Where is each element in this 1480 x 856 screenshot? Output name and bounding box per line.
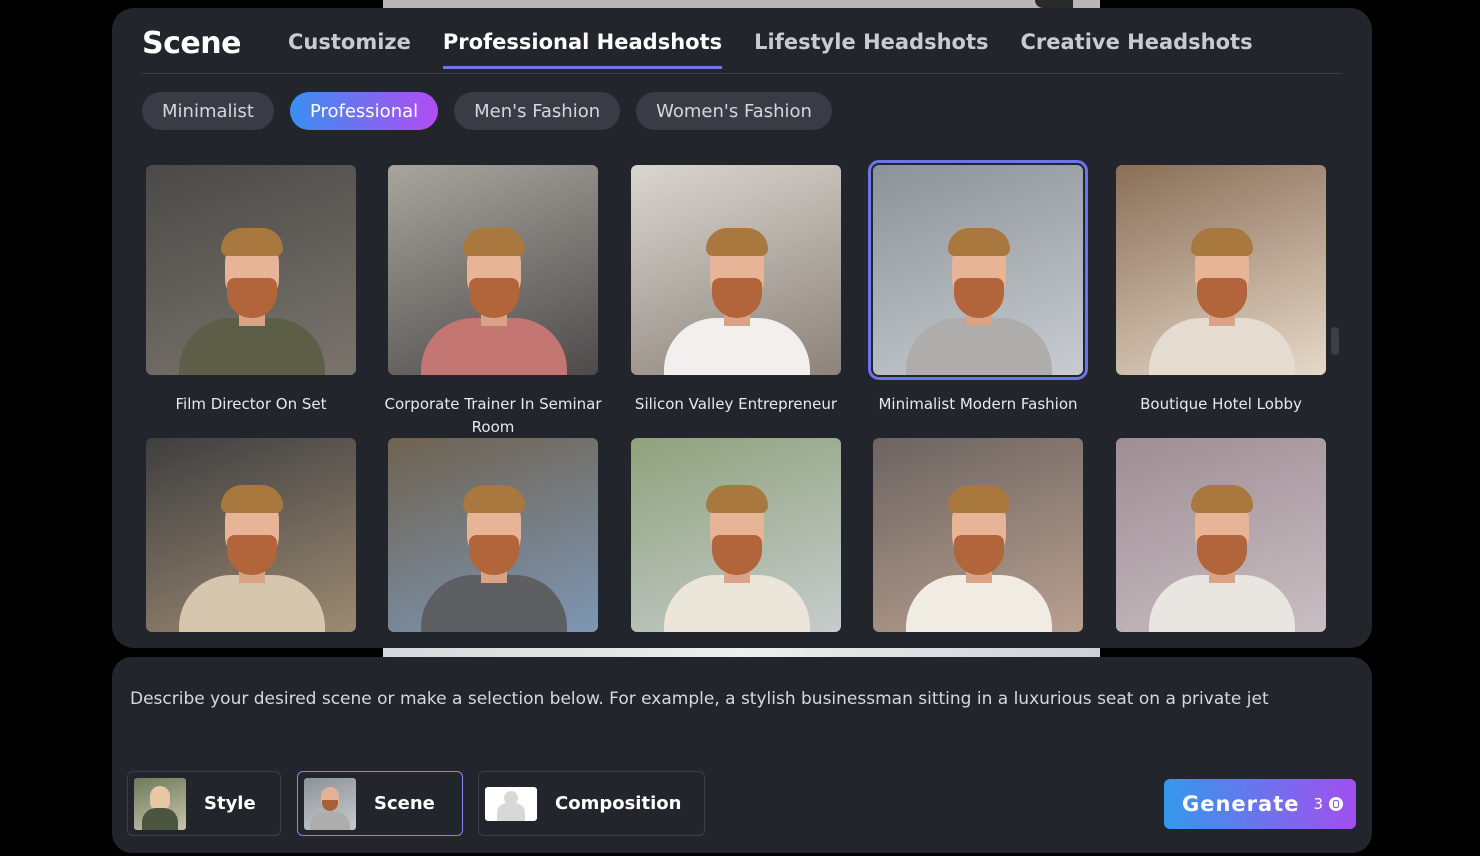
person-silhouette-icon: [485, 786, 537, 821]
scene-thumbnail: [868, 160, 1088, 380]
scene-thumbnail: [146, 438, 356, 632]
scrollbar-thumb[interactable]: [1331, 327, 1339, 355]
chip-mens-fashion[interactable]: Men's Fashion: [454, 92, 621, 130]
tabs-divider: [142, 73, 1342, 74]
scene-option-button[interactable]: Scene: [297, 771, 463, 836]
scene-card[interactable]: [388, 438, 598, 632]
panel-title: Scene: [142, 26, 241, 61]
style-option-button[interactable]: Style: [127, 771, 281, 836]
scene-card[interactable]: Boutique Hotel Lobby: [1116, 165, 1326, 416]
scene-card[interactable]: [146, 438, 356, 632]
portrait-figure: [656, 200, 816, 375]
scene-category-tabs: Customize Professional Headshots Lifesty…: [288, 30, 1253, 69]
scene-thumbnail: [146, 165, 356, 375]
portrait-figure: [898, 200, 1058, 375]
scene-option-label: Scene: [374, 793, 435, 814]
subcategory-chips: Minimalist Professional Men's Fashion Wo…: [142, 92, 832, 130]
scene-card[interactable]: Corporate Trainer In Seminar Room: [384, 165, 602, 439]
chip-womens-fashion[interactable]: Women's Fashion: [636, 92, 832, 130]
scene-card-label: Boutique Hotel Lobby: [1140, 395, 1302, 413]
background-image-gap-edge: [383, 647, 1100, 657]
scene-card[interactable]: Silicon Valley Entrepreneur: [631, 165, 841, 416]
chip-minimalist[interactable]: Minimalist: [142, 92, 274, 130]
portrait-figure: [171, 457, 331, 632]
background-image-detail: [1035, 0, 1073, 8]
style-thumbnail: [134, 777, 186, 830]
portrait-figure: [1141, 457, 1301, 632]
prompt-input[interactable]: Describe your desired scene or make a se…: [130, 689, 1269, 709]
scene-card-label: Corporate Trainer In Seminar Room: [384, 395, 602, 436]
scene-card-label: Film Director On Set: [175, 395, 327, 413]
scene-thumbnail: [631, 438, 841, 632]
portrait-figure: [656, 457, 816, 632]
credit-count: 3: [1313, 795, 1324, 813]
tab-customize[interactable]: Customize: [288, 30, 411, 69]
prompt-panel: Describe your desired scene or make a se…: [112, 657, 1372, 853]
generate-button[interactable]: Generate 3: [1164, 779, 1356, 829]
portrait-figure: [1141, 200, 1301, 375]
composition-option-button[interactable]: Composition: [478, 771, 705, 836]
scene-thumbnail: [388, 165, 598, 375]
composition-option-label: Composition: [555, 793, 682, 814]
scene-picker-panel: Scene Customize Professional Headshots L…: [112, 8, 1372, 648]
scene-card-label: Silicon Valley Entrepreneur: [634, 395, 838, 413]
generate-label: Generate: [1182, 792, 1300, 816]
chip-professional[interactable]: Professional: [289, 92, 439, 130]
portrait-figure: [898, 457, 1058, 632]
scene-card-label: Minimalist Modern Fashion: [878, 395, 1078, 413]
portrait-figure: [413, 200, 573, 375]
style-option-label: Style: [204, 793, 256, 814]
scene-card[interactable]: [1116, 438, 1326, 632]
tab-creative-headshots[interactable]: Creative Headshots: [1021, 30, 1253, 69]
tab-lifestyle-headshots[interactable]: Lifestyle Headshots: [754, 30, 988, 69]
coin-icon: [1329, 797, 1344, 811]
scene-thumbnail: [1116, 438, 1326, 632]
background-image-top-edge: [383, 0, 1100, 8]
scene-thumbnail: [388, 438, 598, 632]
scene-thumbnail: [1116, 165, 1326, 375]
scene-thumbnail: [631, 165, 841, 375]
tab-professional-headshots[interactable]: Professional Headshots: [442, 30, 723, 69]
scene-thumbnail: [873, 438, 1083, 632]
scene-card[interactable]: [873, 438, 1083, 632]
portrait-figure: [413, 457, 573, 632]
scene-thumbnail: [304, 777, 356, 830]
portrait-figure: [171, 200, 331, 375]
scene-card[interactable]: [631, 438, 841, 632]
scene-card[interactable]: Minimalist Modern Fashion: [868, 160, 1088, 416]
scene-card[interactable]: Film Director On Set: [146, 165, 356, 416]
